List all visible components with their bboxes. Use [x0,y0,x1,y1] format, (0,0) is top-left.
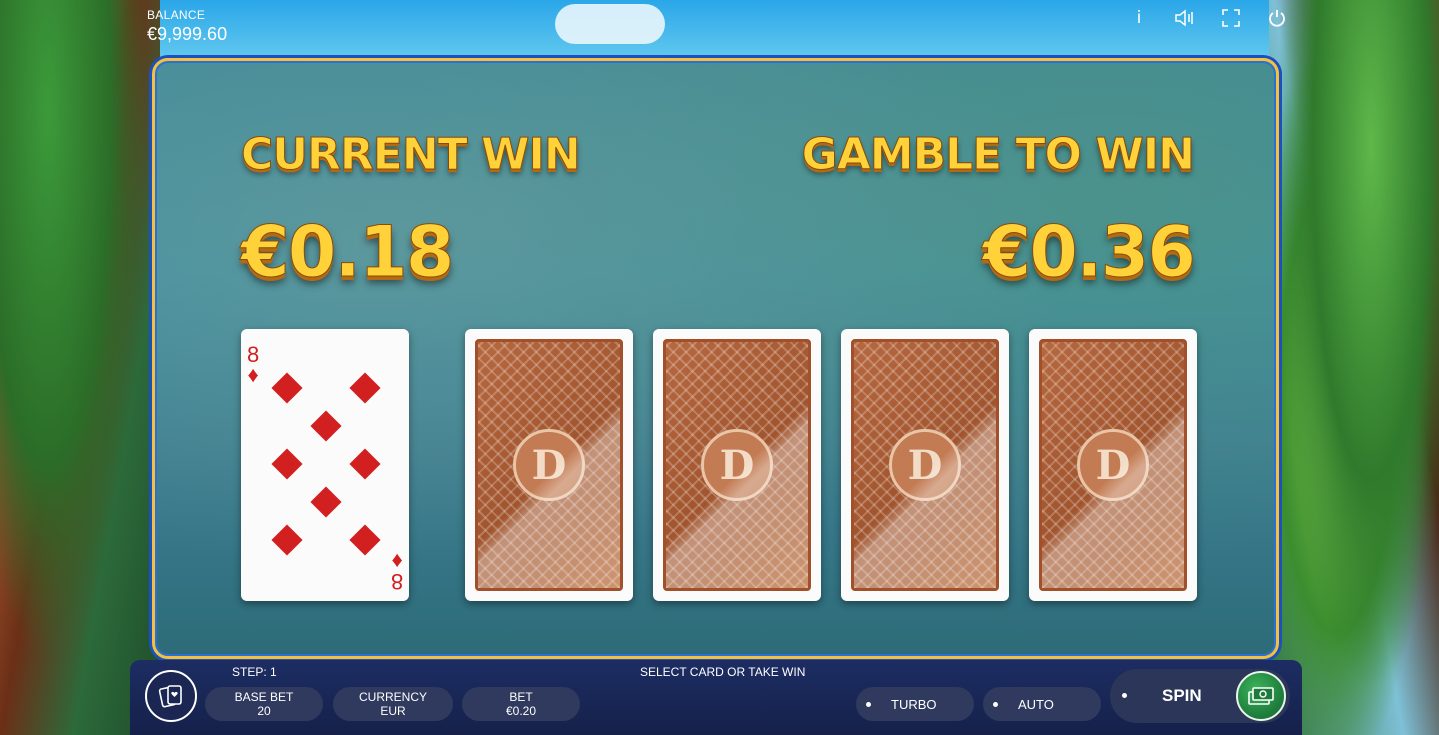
balance-display: BALANCE €9,999.60 [147,8,227,45]
sky-background [160,0,1269,60]
current-win-value: €0.18 [240,211,454,294]
diamond-pip [310,486,342,518]
diamond-pip [349,448,381,480]
card-emblem-icon: D [701,429,773,501]
card-rank-top: 8 ♦ [247,342,260,387]
jungle-tree-left [0,0,160,735]
bet-value: €0.20 [505,704,537,718]
auto-label: AUTO [1018,696,1054,712]
diamond-pip [271,448,303,480]
diamond-pip [349,372,381,404]
diamond-pip [349,524,381,556]
face-down-card-4[interactable]: D [1029,329,1197,601]
spin-label: SPIN [1162,686,1202,705]
diamond-pip [310,410,342,442]
auto-toggle[interactable]: AUTO [983,687,1101,721]
diamond-pip [271,524,303,556]
top-toolbar: i [1127,6,1289,30]
gamble-cards-button[interactable] [145,670,197,722]
currency-display: CURRENCY EUR [333,687,453,721]
card-emblem-icon: D [1077,429,1149,501]
step-indicator: STEP: 1 [232,665,277,679]
face-down-card-2[interactable]: D [653,329,821,601]
current-win-label: CURRENT WIN [241,129,582,181]
sound-icon[interactable] [1173,6,1197,30]
dealer-card: 8 ♦ 8 ♦ [241,329,409,601]
currency-label: CURRENCY [358,690,427,704]
balance-value: €9,999.60 [147,24,228,44]
card-emblem-icon: D [889,429,961,501]
gamble-to-win-value: €0.36 [982,211,1196,294]
diamond-pip [271,372,303,404]
bet-label: BET [509,690,533,704]
toggle-dot-icon [1122,693,1127,698]
turbo-label: TURBO [891,696,937,712]
toggle-dot-icon [866,701,871,707]
gamble-to-win-label: GAMBLE TO WIN [801,129,1195,181]
base-bet-label: BASE BET [234,690,294,704]
turbo-toggle[interactable]: TURBO [856,687,974,721]
card-rank-bottom: 8 ♦ [390,549,403,594]
info-icon[interactable]: i [1127,6,1151,30]
status-message: SELECT CARD OR TAKE WIN [640,665,806,679]
toggle-dot-icon [993,701,998,707]
bet-display[interactable]: BET €0.20 [462,687,580,721]
gamble-panel: CURRENT WIN GAMBLE TO WIN €0.18 €0.36 8 ♦… [152,58,1279,659]
fullscreen-icon[interactable] [1219,6,1243,30]
cloud [555,4,665,44]
face-down-card-3[interactable]: D [841,329,1009,601]
power-icon[interactable] [1265,6,1289,30]
balance-label: BALANCE [147,8,206,22]
jungle-tree-right [1269,0,1439,735]
base-bet-value: 20 [257,704,271,718]
card-emblem-icon: D [513,429,585,501]
currency-value: EUR [380,704,406,718]
spin-button[interactable]: SPIN [1110,669,1290,723]
base-bet-display: BASE BET 20 [205,687,323,721]
take-win-cash-icon[interactable] [1236,671,1286,721]
face-down-card-1[interactable]: D [465,329,633,601]
